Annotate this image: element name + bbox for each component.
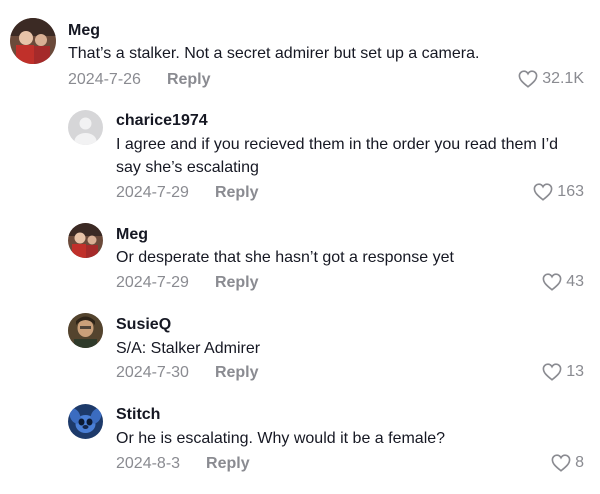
comment-date: 2024-7-29 <box>116 274 189 291</box>
like-button[interactable]: 43 <box>542 273 584 291</box>
like-button[interactable]: 163 <box>533 183 584 201</box>
comment-text: That’s a stalker. Not a secret admirer b… <box>68 45 480 62</box>
avatar[interactable] <box>68 404 103 439</box>
heart-icon <box>533 183 553 201</box>
reply-button[interactable]: Reply <box>206 455 250 472</box>
comment-text: Or he is escalating. Why would it be a f… <box>116 430 446 447</box>
heart-icon <box>518 70 538 88</box>
comment-username[interactable]: charice1974 <box>116 112 208 130</box>
comment-date: 2024-7-26 <box>68 71 141 88</box>
comment-meta: 2024-8-3 Reply <box>116 455 250 473</box>
reply-button[interactable]: Reply <box>215 364 259 381</box>
comment-text: I agree and if you recieved them in the … <box>116 136 559 176</box>
reply-button[interactable]: Reply <box>167 71 211 88</box>
reply-button[interactable]: Reply <box>215 184 259 201</box>
heart-icon <box>542 273 562 291</box>
avatar[interactable] <box>68 110 103 145</box>
comment-date: 2024-7-29 <box>116 184 189 201</box>
heart-icon <box>551 454 571 472</box>
like-count: 163 <box>557 183 584 200</box>
comment-date: 2024-7-30 <box>116 364 189 381</box>
comment-username[interactable]: Meg <box>116 226 148 244</box>
like-button[interactable]: 32.1K <box>518 70 584 88</box>
comment-meta: 2024-7-30 Reply <box>116 364 259 382</box>
heart-icon <box>542 363 562 381</box>
comment-text: Or desperate that she hasn’t got a respo… <box>116 249 454 266</box>
avatar[interactable] <box>68 223 103 258</box>
comment-meta: 2024-7-29 Reply <box>116 184 259 202</box>
comment-meta: 2024-7-26 Reply <box>68 71 211 89</box>
like-count: 13 <box>566 363 584 380</box>
like-count: 8 <box>575 454 584 471</box>
comment-date: 2024-8-3 <box>116 455 181 472</box>
like-button[interactable]: 8 <box>551 454 584 472</box>
comment-username[interactable]: Meg <box>68 22 100 40</box>
comment-meta: 2024-7-29 Reply <box>116 274 259 292</box>
comment-text: S/A: Stalker Admirer <box>116 340 261 357</box>
like-button[interactable]: 13 <box>542 363 584 381</box>
avatar[interactable] <box>10 18 56 64</box>
like-count: 43 <box>566 273 584 290</box>
comment-username[interactable]: Stitch <box>116 406 160 424</box>
like-count: 32.1K <box>542 70 584 87</box>
reply-button[interactable]: Reply <box>215 274 259 291</box>
comment-username[interactable]: SusieQ <box>116 316 171 334</box>
avatar[interactable] <box>68 313 103 348</box>
